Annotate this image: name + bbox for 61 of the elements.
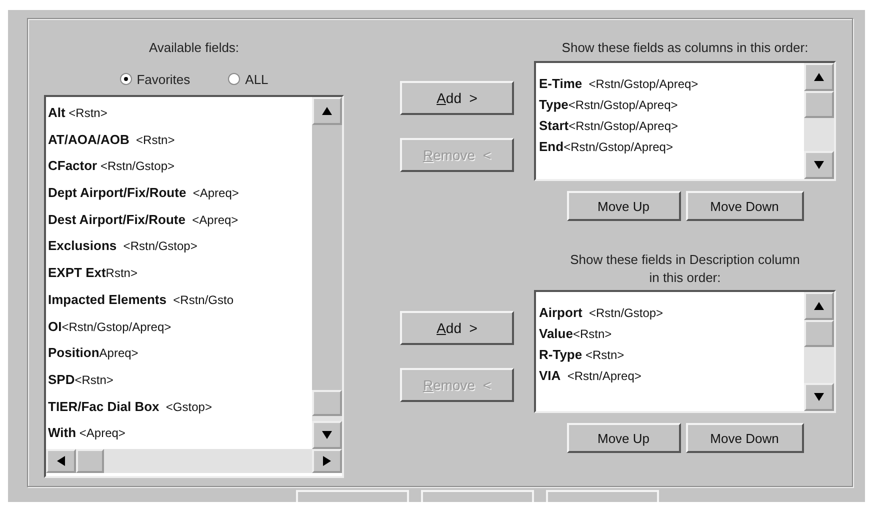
list-item[interactable]: Dept Airport/Fix/Route <Apreq> — [48, 180, 312, 207]
list-item[interactable]: Value<Rstn> — [539, 323, 804, 344]
scroll-up-button[interactable] — [804, 63, 834, 91]
scroll-thumb[interactable] — [804, 320, 834, 347]
list-item[interactable]: VIA <Rstn/Apreq> — [539, 365, 804, 386]
scrollbar[interactable] — [312, 97, 342, 450]
scroll-thumb[interactable] — [76, 449, 104, 474]
scroll-down-button[interactable] — [804, 383, 834, 411]
add-button[interactable]: Add > — [400, 81, 514, 115]
radio-option[interactable]: Favorites — [120, 72, 190, 86]
list-item[interactable]: OI<Rstn/Gstop/Apreq> — [48, 314, 312, 340]
list-item[interactable]: Dest Airport/Fix/Route <Apreq> — [48, 206, 312, 234]
list-item[interactable]: Start<Rstn/Gstop/Apreq> — [539, 115, 804, 136]
down-arrow-icon — [814, 393, 824, 401]
list-item[interactable]: With <Apreq> — [48, 420, 312, 447]
section-title: Show these fields as columns in this order: — [562, 39, 808, 57]
up-arrow-icon — [814, 73, 824, 81]
list-item[interactable]: E-Time <Rstn/Gstop/Apreq> — [539, 73, 804, 94]
scrollbar[interactable] — [804, 292, 834, 411]
section-title: Available fields: — [148, 39, 240, 57]
list-item[interactable]: CFactor <Rstn/Gstop> — [48, 153, 312, 180]
list-item[interactable]: AT/AOA/AOB <Rstn> — [48, 126, 312, 154]
list-item[interactable]: SPD<Rstn> — [48, 366, 312, 394]
down-arrow-icon — [814, 161, 824, 169]
scroll-down-button[interactable] — [312, 421, 342, 450]
scroll-thumb[interactable] — [312, 390, 342, 416]
scroll-up-button[interactable] — [804, 292, 834, 320]
list-item[interactable]: Exclusions <Rstn/Gstop> — [48, 233, 312, 260]
list-item[interactable]: Alt <Rstn> — [48, 100, 312, 127]
down-arrow-icon — [322, 431, 332, 440]
right-arrow-icon — [323, 456, 331, 466]
radio-option[interactable]: ALL — [228, 72, 268, 86]
move-up-button[interactable]: Move Up — [566, 191, 680, 221]
radio-icon[interactable] — [228, 73, 240, 85]
scroll-track — [312, 416, 342, 422]
left-arrow-icon — [57, 456, 65, 466]
list-item[interactable]: R-Type <Rstn> — [539, 344, 804, 365]
scrollbar[interactable] — [804, 63, 834, 179]
scroll-down-button[interactable] — [804, 151, 834, 179]
list-item[interactable]: End<Rstn/Gstop/Apreq> — [539, 136, 804, 157]
scroll-right-button[interactable] — [312, 449, 342, 474]
list-item[interactable]: Type<Rstn/Gstop/Apreq> — [539, 94, 804, 115]
radio-icon[interactable] — [120, 73, 132, 85]
list-item[interactable]: TIER/Fac Dial Box <Gstop> — [48, 394, 312, 420]
move-down-button[interactable]: Move Down — [686, 191, 804, 221]
move-down-button[interactable]: Move Down — [686, 423, 804, 453]
add-button[interactable]: Add > — [400, 311, 514, 345]
move-up-button[interactable]: Move Up — [566, 423, 680, 453]
radio-label: Favorites — [136, 72, 190, 86]
list-item[interactable]: Airport <Rstn/Gstop> — [539, 302, 804, 323]
list-item[interactable]: EXPT ExtRstn> — [48, 260, 312, 287]
up-arrow-icon — [322, 107, 332, 115]
scroll-up-button[interactable] — [312, 97, 342, 125]
scroll-left-button[interactable] — [46, 449, 76, 474]
list-item[interactable]: Impacted Elements <Rstn/Gsto — [48, 286, 312, 314]
scroll-thumb[interactable] — [804, 91, 834, 118]
scrollbar[interactable] — [46, 449, 342, 474]
radio-label: ALL — [245, 72, 268, 86]
section-title: Show these fields in Description column in this order: — [570, 251, 800, 287]
list-item[interactable]: PositionApreq> — [48, 340, 312, 367]
up-arrow-icon — [814, 302, 824, 310]
